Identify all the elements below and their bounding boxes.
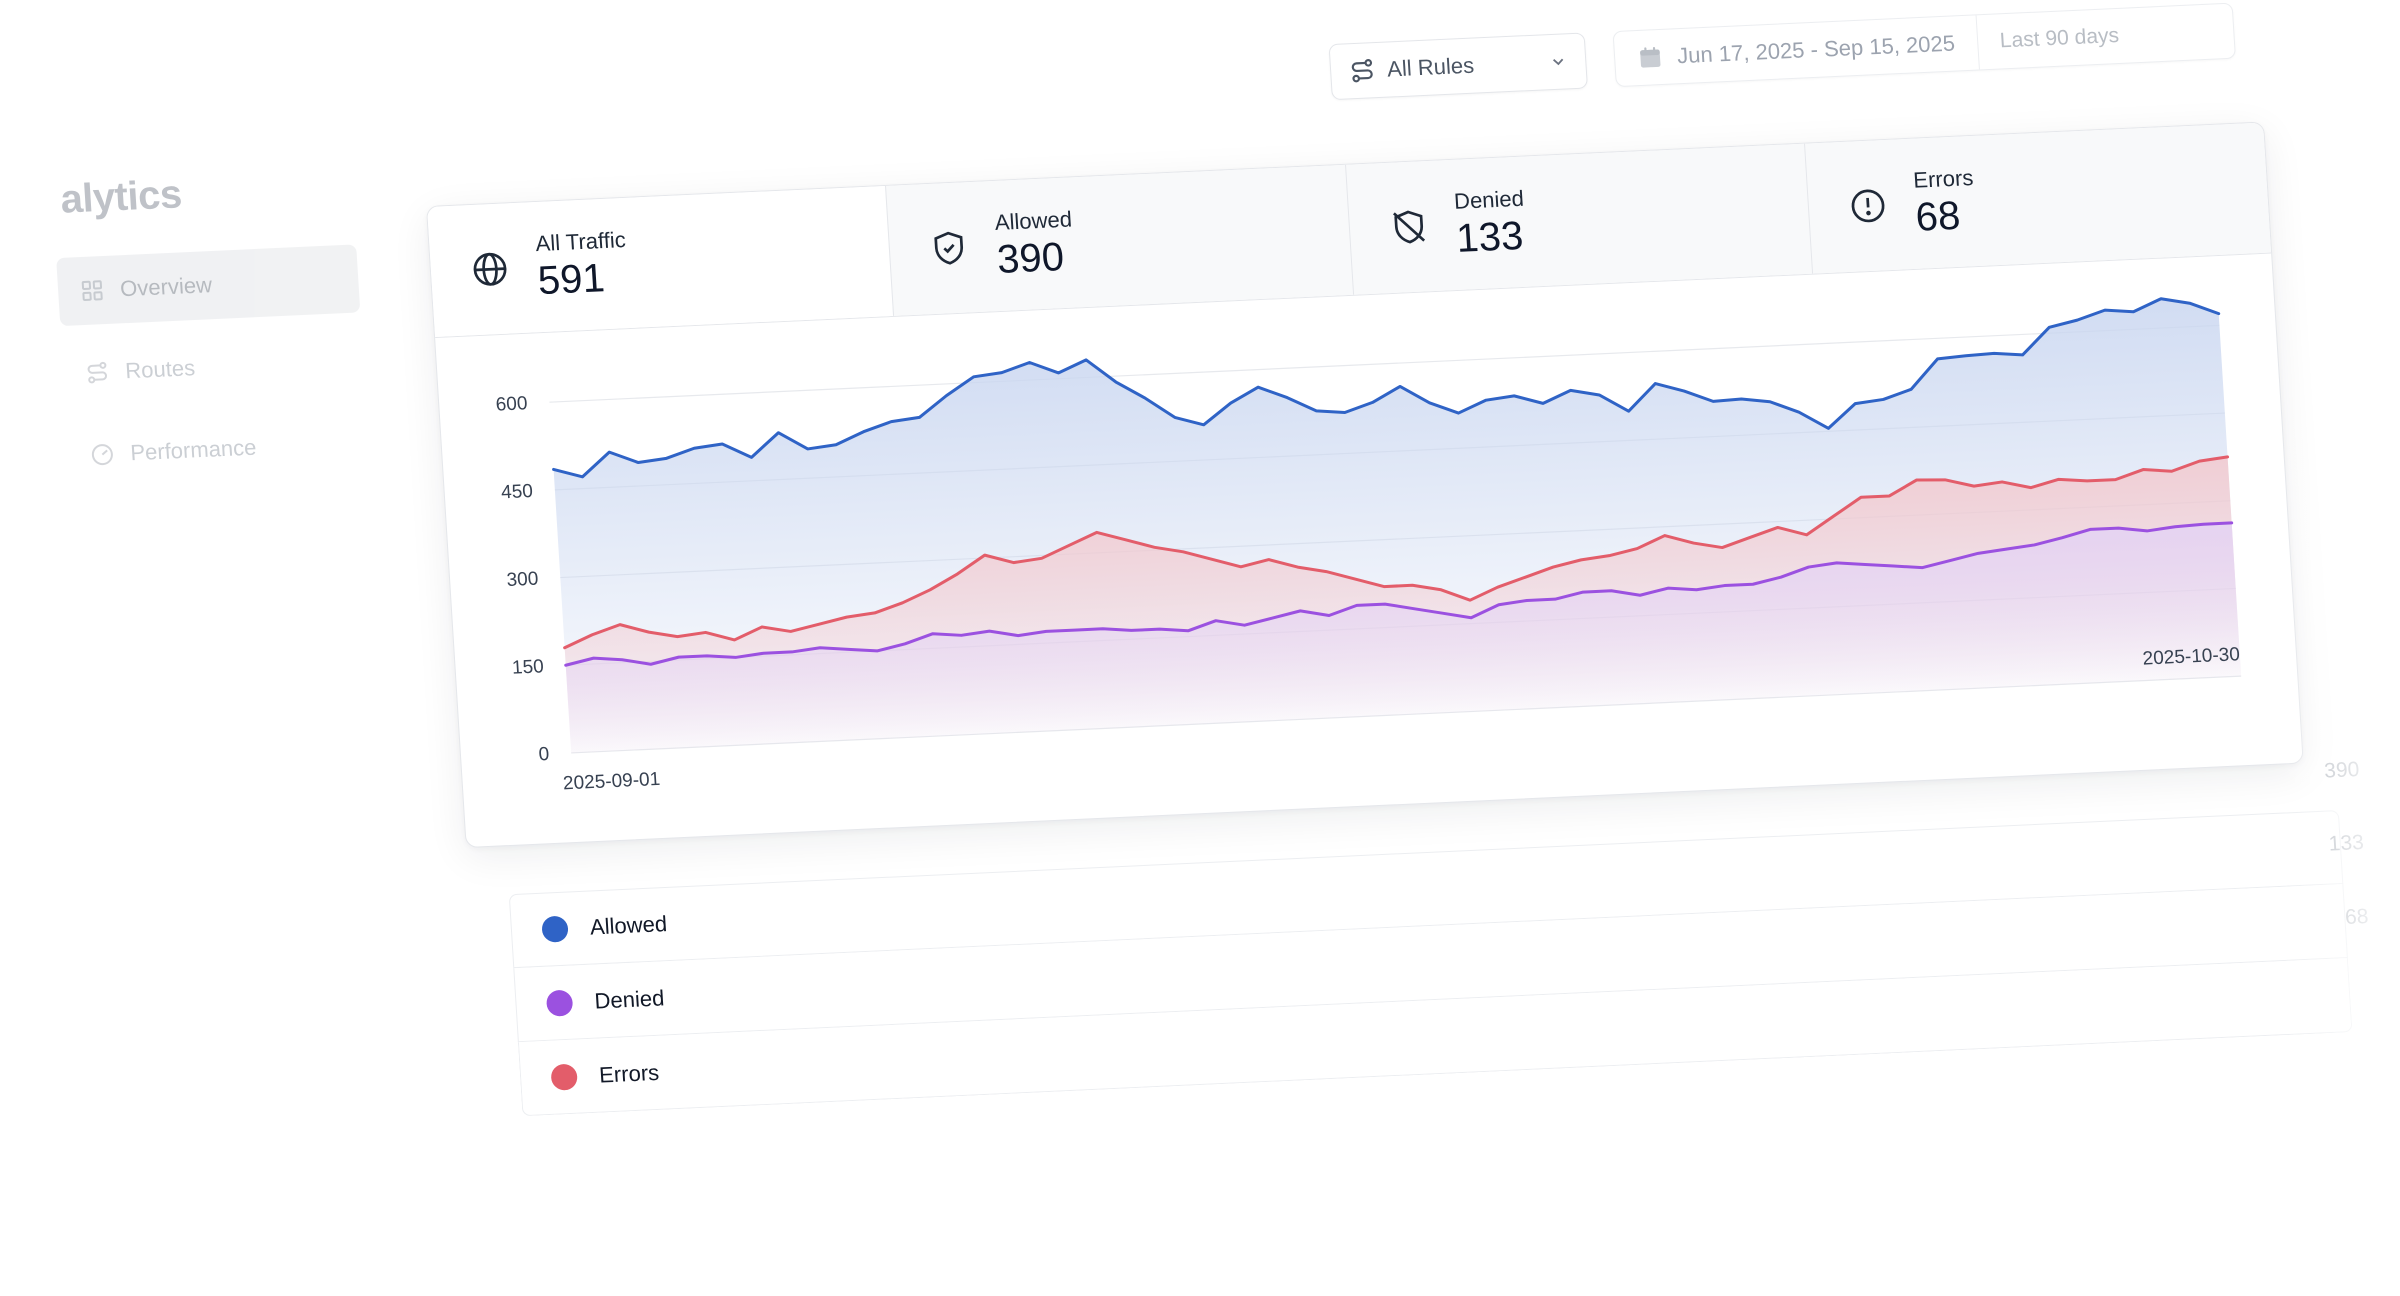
legend-list: Allowed 390 Denied 133 Errors 68 xyxy=(508,758,2369,1117)
route-icon xyxy=(1348,57,1376,84)
stage: alytics Overview Routes Performance All … xyxy=(0,0,2400,1296)
calendar-icon xyxy=(1636,44,1664,71)
legend-label: Denied xyxy=(593,984,666,1014)
legend-value: 390 xyxy=(2323,757,2360,783)
sidebar: alytics Overview Routes Performance xyxy=(0,0,440,1296)
y-tick-label: 0 xyxy=(538,744,550,765)
y-tick-label: 300 xyxy=(506,569,539,591)
legend-value: 68 xyxy=(2344,904,2370,930)
chart-area: 0 150 300 450 600 2025-09-01 2025-10-30 xyxy=(435,254,2303,848)
x-tick-label: 2025-10-30 xyxy=(2142,644,2240,669)
tab-errors[interactable]: Errors 68 xyxy=(1803,122,2272,274)
globe-icon xyxy=(470,249,510,289)
date-range-picker[interactable]: Jun 17, 2025 - Sep 15, 2025 Last 90 days xyxy=(1612,2,2236,88)
tab-value: 68 xyxy=(1914,193,1962,240)
legend-label: Errors xyxy=(598,1059,660,1088)
sidebar-item-routes[interactable]: Routes xyxy=(61,326,365,408)
legend-dot xyxy=(550,1063,578,1091)
traffic-card: All Traffic 591 Allowed 390 Denied 133 E… xyxy=(425,121,2304,849)
legend-value: 133 xyxy=(2328,830,2365,856)
tab-value: 133 xyxy=(1455,213,1525,261)
tab-allowed[interactable]: Allowed 390 xyxy=(885,164,1353,316)
app-title: alytics xyxy=(59,172,183,222)
x-tick-label: 2025-09-01 xyxy=(562,769,660,794)
date-preset-button[interactable]: Last 90 days xyxy=(1977,23,2142,55)
legend-dot xyxy=(541,915,569,943)
shield-check-icon xyxy=(929,228,969,268)
tab-label: Errors xyxy=(1912,164,1975,193)
traffic-area-chart: 0 150 300 450 600 2025-09-01 2025-10-30 xyxy=(495,297,2242,794)
tab-label: All Traffic xyxy=(534,226,627,257)
tab-all-traffic[interactable]: All Traffic 591 xyxy=(427,185,894,338)
tab-value: 390 xyxy=(995,234,1066,283)
legend-dot xyxy=(545,989,574,1017)
date-range-label: Jun 17, 2025 - Sep 15, 2025 xyxy=(1676,30,1956,69)
date-range-button[interactable]: Jun 17, 2025 - Sep 15, 2025 xyxy=(1613,15,1980,87)
gauge-icon xyxy=(90,442,115,467)
rules-select[interactable]: All Rules xyxy=(1328,32,1588,101)
y-tick-label: 150 xyxy=(511,656,544,678)
y-tick-label: 450 xyxy=(501,481,534,503)
sidebar-item-label: Routes xyxy=(124,355,196,384)
rules-select-label: All Rules xyxy=(1386,52,1475,82)
legend-label: Allowed xyxy=(589,911,668,940)
y-tick-label: 600 xyxy=(495,393,528,415)
sidebar-item-label: Performance xyxy=(129,434,258,466)
tab-label: Allowed xyxy=(994,206,1073,236)
chevron-down-icon xyxy=(1549,52,1568,71)
alert-circle-icon xyxy=(1848,186,1888,226)
sidebar-item-overview[interactable]: Overview xyxy=(56,244,361,327)
tab-denied[interactable]: Denied 133 xyxy=(1344,143,1812,295)
tab-label: Denied xyxy=(1453,185,1525,214)
shield-off-icon xyxy=(1388,207,1428,247)
grid-icon xyxy=(79,278,104,303)
sidebar-item-label: Overview xyxy=(119,272,213,302)
sidebar-item-performance[interactable]: Performance xyxy=(66,408,370,490)
dashboard-scene: alytics Overview Routes Performance All … xyxy=(0,0,2400,1296)
route-icon xyxy=(85,360,110,385)
tab-value: 591 xyxy=(536,256,607,304)
